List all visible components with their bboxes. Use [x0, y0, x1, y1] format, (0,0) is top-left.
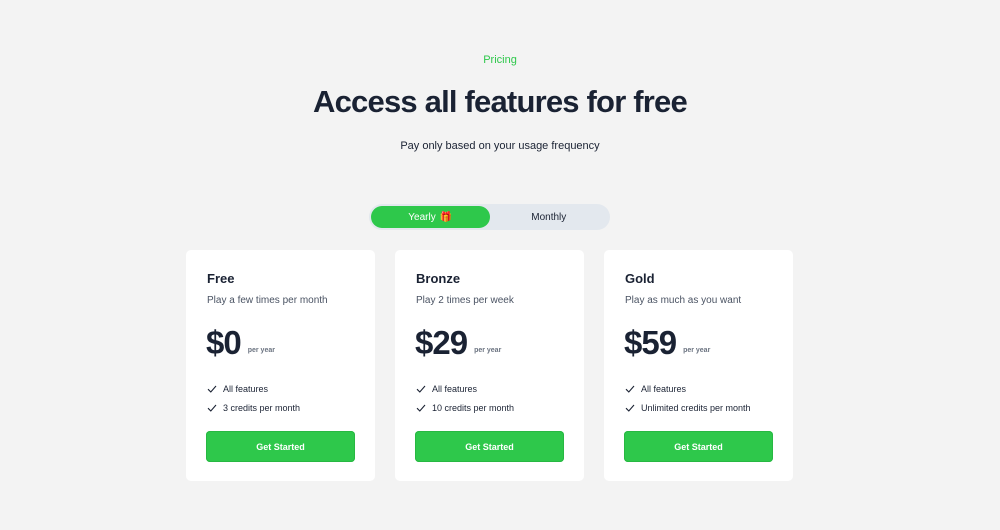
price-row: $29 per year: [415, 324, 501, 362]
price-period: per year: [474, 347, 502, 354]
plan-name: Bronze: [416, 271, 461, 286]
price-row: $0 per year: [206, 324, 275, 362]
plan-price: $59: [624, 324, 677, 361]
price-row: $59 per year: [624, 324, 710, 362]
billing-toggle: Yearly 🎁 Monthly: [369, 204, 610, 230]
gift-icon: 🎁: [439, 211, 453, 223]
pricing-cards: Free Play a few times per month $0 per y…: [186, 250, 793, 481]
check-icon: [625, 385, 635, 393]
plan-name: Free: [207, 271, 235, 286]
feature-item: All features: [625, 379, 751, 398]
feature-item: 10 credits per month: [416, 398, 514, 417]
feature-label: All features: [223, 383, 269, 394]
check-icon: [625, 404, 635, 412]
feature-label: All features: [432, 383, 478, 394]
plan-card-free: Free Play a few times per month $0 per y…: [186, 250, 375, 481]
toggle-monthly-label: Monthly: [531, 211, 567, 223]
feature-label: 3 credits per month: [223, 402, 301, 413]
feature-item: All features: [416, 379, 514, 398]
check-icon: [416, 404, 426, 412]
feature-label: All features: [641, 383, 687, 394]
check-icon: [207, 385, 217, 393]
section-eyebrow: Pricing: [483, 54, 517, 66]
plan-price: $0: [206, 324, 242, 361]
get-started-button[interactable]: Get Started: [206, 431, 355, 462]
feature-item: All features: [207, 379, 300, 398]
feature-item: Unlimited credits per month: [625, 398, 751, 417]
plan-name: Gold: [625, 271, 655, 286]
plan-description: Play 2 times per week: [416, 295, 514, 306]
pricing-page: Pricing Access all features for free Pay…: [0, 0, 1000, 530]
feature-label: Unlimited credits per month: [641, 402, 751, 413]
price-period: per year: [247, 347, 275, 354]
page-title: Access all features for free: [313, 84, 688, 119]
plan-description: Play a few times per month: [207, 295, 328, 306]
check-icon: [207, 404, 217, 412]
feature-list: All features Unlimited credits per month: [625, 379, 751, 417]
feature-label: 10 credits per month: [432, 402, 515, 413]
feature-list: All features 3 credits per month: [207, 379, 300, 417]
check-icon: [416, 385, 426, 393]
plan-price: $29: [415, 324, 468, 361]
feature-list: All features 10 credits per month: [416, 379, 514, 417]
plan-card-bronze: Bronze Play 2 times per week $29 per yea…: [395, 250, 584, 481]
toggle-yearly-label: Yearly: [408, 211, 436, 223]
get-started-button[interactable]: Get Started: [415, 431, 564, 462]
price-period: per year: [683, 347, 711, 354]
toggle-yearly[interactable]: Yearly 🎁: [371, 206, 490, 228]
plan-card-gold: Gold Play as much as you want $59 per ye…: [604, 250, 793, 481]
feature-item: 3 credits per month: [207, 398, 300, 417]
plan-description: Play as much as you want: [625, 295, 742, 306]
page-subtitle: Pay only based on your usage frequency: [400, 140, 600, 152]
get-started-button[interactable]: Get Started: [624, 431, 773, 462]
toggle-monthly[interactable]: Monthly: [490, 206, 609, 228]
